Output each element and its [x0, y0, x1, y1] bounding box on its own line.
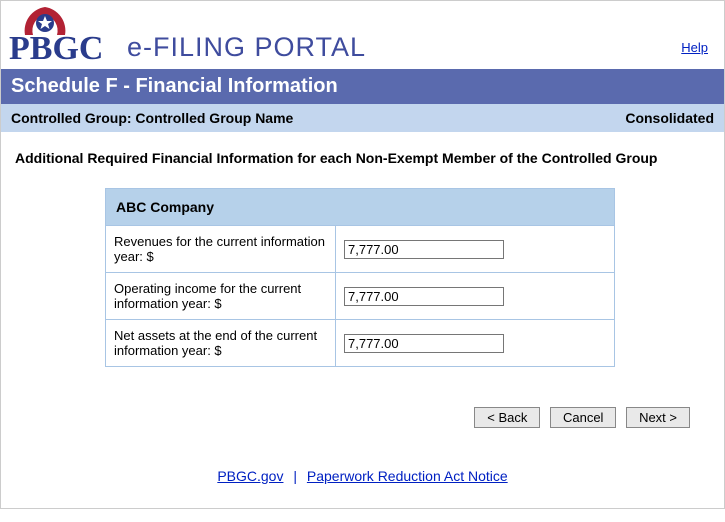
net-assets-label: Net assets at the end of the current inf…	[106, 320, 336, 367]
portal-title: e-FILING PORTAL	[127, 32, 366, 65]
pbgc-gov-link[interactable]: PBGC.gov	[217, 468, 283, 484]
logo-wrap: PBGC e-FILING PORTAL	[9, 5, 366, 65]
operating-income-label: Operating income for the current informa…	[106, 273, 336, 320]
financial-table: ABC Company Revenues for the current inf…	[105, 188, 615, 367]
pbgc-logo: PBGC	[9, 5, 121, 65]
content-area: Additional Required Financial Informatio…	[1, 132, 724, 458]
table-row: Revenues for the current information yea…	[106, 226, 615, 273]
header: PBGC e-FILING PORTAL Help	[1, 1, 724, 69]
help-link[interactable]: Help	[681, 40, 708, 55]
cancel-button[interactable]: Cancel	[550, 407, 616, 428]
pra-notice-link[interactable]: Paperwork Reduction Act Notice	[307, 468, 508, 484]
revenues-input[interactable]	[344, 240, 504, 259]
table-row: Net assets at the end of the current inf…	[106, 320, 615, 367]
footer-separator: |	[293, 468, 297, 484]
instruction-text: Additional Required Financial Informatio…	[15, 150, 710, 166]
operating-income-input[interactable]	[344, 287, 504, 306]
button-row: < Back Cancel Next >	[15, 367, 710, 448]
revenues-cell	[336, 226, 615, 273]
company-name-header: ABC Company	[106, 189, 615, 226]
revenues-label: Revenues for the current information yea…	[106, 226, 336, 273]
net-assets-input[interactable]	[344, 334, 504, 353]
footer: PBGC.gov | Paperwork Reduction Act Notic…	[1, 458, 724, 508]
operating-income-cell	[336, 273, 615, 320]
back-button[interactable]: < Back	[474, 407, 540, 428]
section-title-bar: Schedule F - Financial Information	[1, 69, 724, 104]
next-button[interactable]: Next >	[626, 407, 690, 428]
consolidated-label: Consolidated	[625, 110, 714, 126]
svg-text:PBGC: PBGC	[9, 30, 103, 65]
net-assets-cell	[336, 320, 615, 367]
controlled-group-label: Controlled Group: Controlled Group Name	[11, 110, 293, 126]
subheader-bar: Controlled Group: Controlled Group Name …	[1, 104, 724, 132]
table-row: Operating income for the current informa…	[106, 273, 615, 320]
